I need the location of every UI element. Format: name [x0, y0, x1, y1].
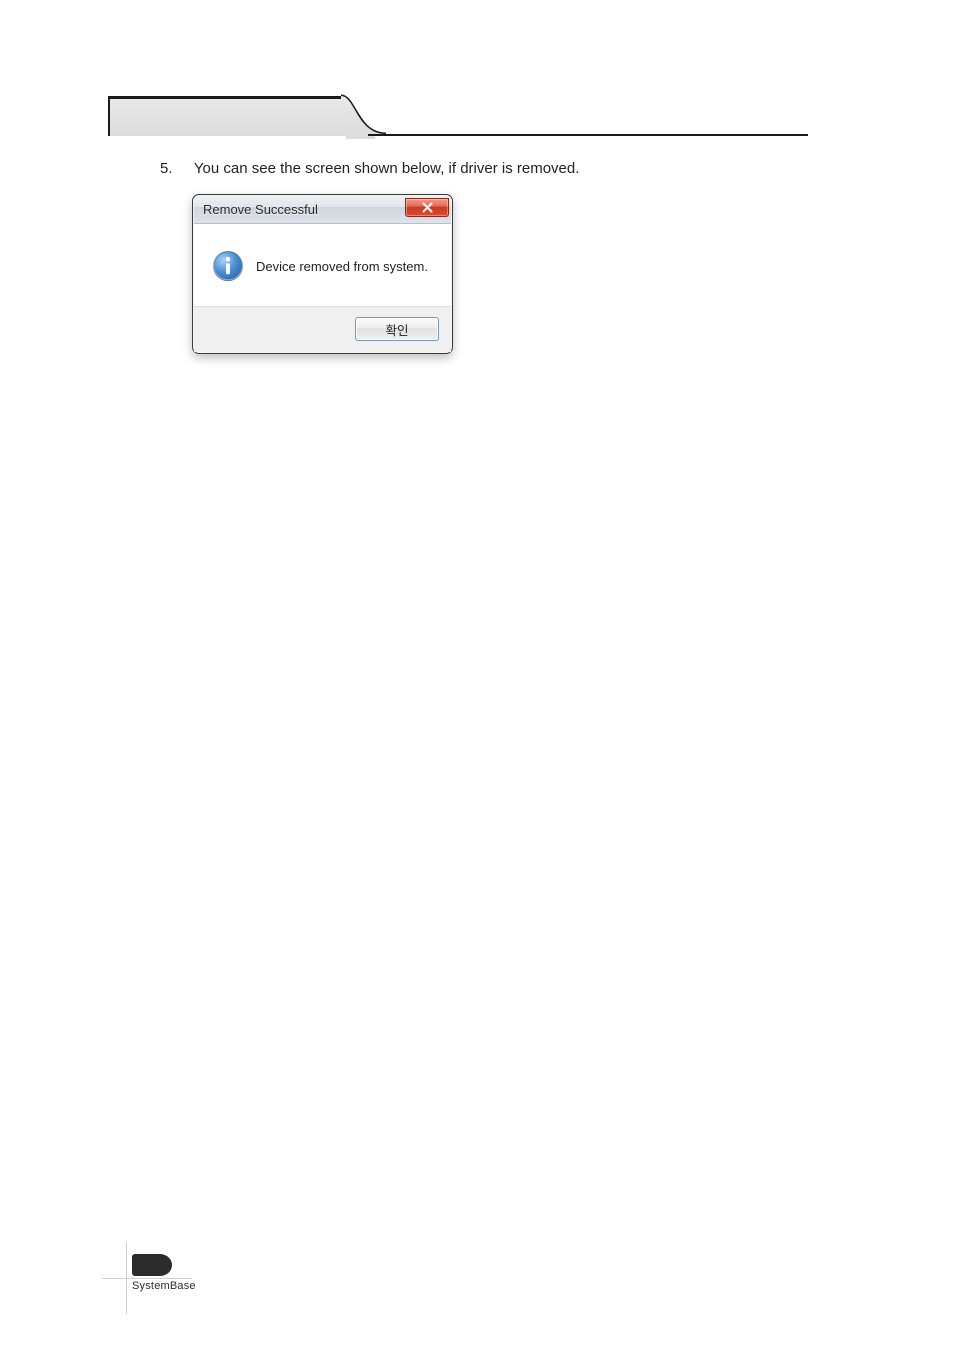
instruction-text: You can see the screen shown below, if d… — [194, 160, 580, 177]
dialog-titlebar[interactable]: Remove Successful — [194, 196, 451, 224]
info-icon — [212, 250, 244, 282]
footer-brand: SystemBase — [132, 1280, 212, 1292]
remove-successful-dialog: Remove Successful Device removed from sy… — [192, 194, 453, 354]
header-underline — [368, 134, 808, 136]
header-curve — [341, 93, 386, 136]
instruction-line: 5. You can see the screen shown below, i… — [160, 160, 579, 177]
close-button[interactable] — [405, 198, 449, 217]
dialog-body: Device removed from system. — [194, 224, 451, 306]
footer-rule — [102, 1278, 192, 1279]
instruction-number: 5. — [160, 160, 190, 177]
close-icon — [422, 202, 433, 213]
header-tab-left — [108, 96, 346, 136]
page-header — [108, 96, 808, 138]
dialog-title: Remove Successful — [203, 202, 318, 217]
dialog-footer: 확인 — [194, 306, 451, 352]
header-bar — [108, 96, 808, 136]
logo-icon — [132, 1254, 172, 1276]
dialog-message: Device removed from system. — [256, 259, 428, 274]
ok-button[interactable]: 확인 — [355, 317, 439, 341]
footer: SystemBase — [132, 1254, 212, 1292]
